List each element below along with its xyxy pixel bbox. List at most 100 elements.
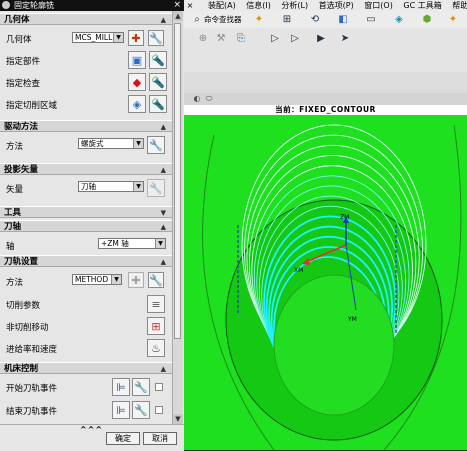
- cut-area-icon: ◈: [132, 97, 142, 111]
- xm-label: XM: [294, 267, 303, 274]
- select-value: MCS_MILL: [75, 33, 113, 42]
- ym-label: YM: [347, 316, 357, 323]
- collapse-icon: ▲: [160, 223, 166, 231]
- collapse-icon: ▲: [160, 16, 166, 24]
- cut-params-label: 切削参数: [6, 301, 41, 311]
- generate-path-icon[interactable]: ⎘: [234, 32, 248, 46]
- chevron-down-icon: ▼: [133, 139, 143, 148]
- view-grid-icon[interactable]: ⊞: [280, 13, 294, 27]
- list-path-icon[interactable]: ▶: [314, 32, 328, 46]
- section-machine-control-header[interactable]: 机床控制 ▲: [0, 362, 172, 374]
- non-cut-moves-icon: ⊞: [151, 319, 161, 333]
- start-events-edit-button[interactable]: 🔧: [132, 378, 150, 396]
- wrench-icon: 🔧: [134, 403, 148, 417]
- select-value: 刀轴: [81, 182, 96, 191]
- menu-close-icon[interactable]: ×: [186, 0, 194, 11]
- section-drive-header[interactable]: 驱动方法 ▲: [0, 120, 172, 132]
- graphics-viewport[interactable]: ZM XM YM: [184, 115, 467, 450]
- dialog-titlebar: 固定轮廓铣 ×: [0, 0, 184, 11]
- specify-cut-area-label: 指定切削区域: [6, 101, 58, 111]
- flashlight-icon: 🔦: [151, 75, 165, 89]
- snap-point-icon[interactable]: ✦: [252, 13, 266, 27]
- create-tool-icon[interactable]: ⚒: [214, 32, 228, 46]
- select-cut-area-button[interactable]: ◈: [128, 95, 146, 113]
- menu-preferences[interactable]: 首选项(P): [319, 1, 354, 10]
- geometry-body-select[interactable]: MCS_MILL ▼: [72, 32, 124, 43]
- command-finder-label[interactable]: 命令查找器: [204, 13, 242, 27]
- render-style-icon[interactable]: ▭: [364, 13, 378, 27]
- drive-method-select[interactable]: 螺旋式 ▼: [78, 138, 144, 149]
- feeds-speeds-label: 进给率和速度: [6, 345, 58, 355]
- end-events-edit-button[interactable]: 🔧: [132, 401, 150, 419]
- ok-button[interactable]: 确定: [106, 432, 140, 445]
- section-path-settings-header[interactable]: 刀轨设置 ▲: [0, 255, 172, 267]
- orient-view-icon[interactable]: ◈: [392, 13, 406, 27]
- path-method-select[interactable]: METHOD ▼: [72, 274, 122, 285]
- section-projection-header[interactable]: 投影矢量 ▲: [0, 163, 172, 175]
- menu-gc-toolbox[interactable]: GC 工具箱: [403, 1, 441, 10]
- edit-geometry-button[interactable]: 🔧: [148, 30, 164, 46]
- axis-select[interactable]: +ZM 轴 ▼: [98, 238, 166, 249]
- more-options-toggle[interactable]: ^^^: [80, 425, 103, 434]
- start-events-checkbox[interactable]: [155, 383, 163, 391]
- create-operation-icon[interactable]: ⊕: [196, 32, 210, 46]
- display-cut-area-button[interactable]: 🔦: [149, 95, 167, 113]
- menu-info[interactable]: 信息(I): [246, 1, 271, 10]
- start-events-copy-button[interactable]: ⊫: [112, 378, 130, 396]
- vector-select[interactable]: 刀轴 ▼: [78, 181, 144, 192]
- toolpath-view: ZM XM YM: [184, 115, 467, 450]
- snap-toggle-icon[interactable]: ✦: [446, 13, 460, 27]
- select-check-button[interactable]: ◆: [128, 73, 146, 91]
- non-cut-moves-button[interactable]: ⊞: [147, 317, 165, 335]
- menu-assembly[interactable]: 装配(A): [208, 1, 236, 10]
- axis-label: 轴: [6, 242, 15, 252]
- scroll-up-icon[interactable]: ▲: [173, 11, 183, 21]
- path-method-label: 方法: [6, 278, 24, 288]
- collapse-icon: ▲: [160, 365, 166, 373]
- chevron-down-icon: ▼: [111, 275, 121, 284]
- rotate-icon[interactable]: ⟲: [308, 13, 322, 27]
- menu-window[interactable]: 窗口(O): [364, 1, 393, 10]
- new-method-button[interactable]: ✚: [128, 272, 144, 288]
- menu-help[interactable]: 帮助: [452, 1, 467, 10]
- postprocess-icon[interactable]: ➤: [338, 32, 352, 46]
- end-events-copy-button[interactable]: ⊫: [112, 401, 130, 419]
- display-check-button[interactable]: 🔦: [149, 73, 167, 91]
- scroll-thumb[interactable]: [174, 23, 181, 339]
- layer-icon[interactable]: ⬢: [420, 13, 434, 27]
- inner-face: [273, 274, 395, 416]
- toolbar-top: ⌕ 命令查找器 ✦ ⊞ ⟲ ◧ ▭ ◈ ⬢ ✦: [184, 11, 467, 28]
- edit-drive-button[interactable]: 🔧: [147, 136, 165, 154]
- display-part-button[interactable]: 🔦: [149, 51, 167, 69]
- edit-method-button[interactable]: 🔧: [148, 272, 164, 288]
- section-tool-header[interactable]: 工具 ▼: [0, 206, 172, 218]
- collapse-icon: ▲: [160, 258, 166, 266]
- select-value: METHOD: [75, 275, 109, 284]
- feeds-speeds-icon: ♨: [151, 341, 161, 355]
- new-geometry-button[interactable]: ✚: [128, 30, 144, 46]
- scroll-down-icon[interactable]: ▼: [173, 414, 183, 424]
- section-title: 几何体: [4, 15, 30, 25]
- verify-path-icon[interactable]: ▷: [288, 32, 302, 46]
- geometry-body-label: 几何体: [6, 35, 32, 45]
- section-tool-axis-header[interactable]: 刀轴 ▲: [0, 220, 172, 232]
- cut-params-button[interactable]: ≡: [147, 295, 165, 313]
- close-icon[interactable]: ×: [173, 0, 181, 11]
- chevron-down-icon: ▼: [155, 239, 165, 248]
- section-geometry-header[interactable]: 几何体 ▲: [0, 13, 172, 25]
- wrench-icon: 🔧: [149, 138, 163, 152]
- cancel-button[interactable]: 取消: [143, 432, 177, 445]
- end-events-checkbox[interactable]: [155, 406, 163, 414]
- vector-label: 矢量: [6, 185, 24, 195]
- flashlight-icon: 🔦: [151, 97, 165, 111]
- feeds-speeds-button[interactable]: ♨: [147, 339, 165, 357]
- replay-path-icon[interactable]: ▷: [268, 32, 282, 46]
- search-icon[interactable]: ⌕: [190, 13, 204, 27]
- cube-view-icon[interactable]: ◧: [336, 13, 350, 27]
- view-fit-icon[interactable]: ⬭: [202, 92, 216, 106]
- dialog-scrollbar[interactable]: ▲ ▼: [172, 11, 183, 424]
- menu-analysis[interactable]: 分析(L): [281, 1, 308, 10]
- flashlight-icon: 🔦: [151, 53, 165, 67]
- select-part-button[interactable]: ▣: [128, 51, 146, 69]
- edit-vector-button[interactable]: 🔧: [147, 179, 165, 197]
